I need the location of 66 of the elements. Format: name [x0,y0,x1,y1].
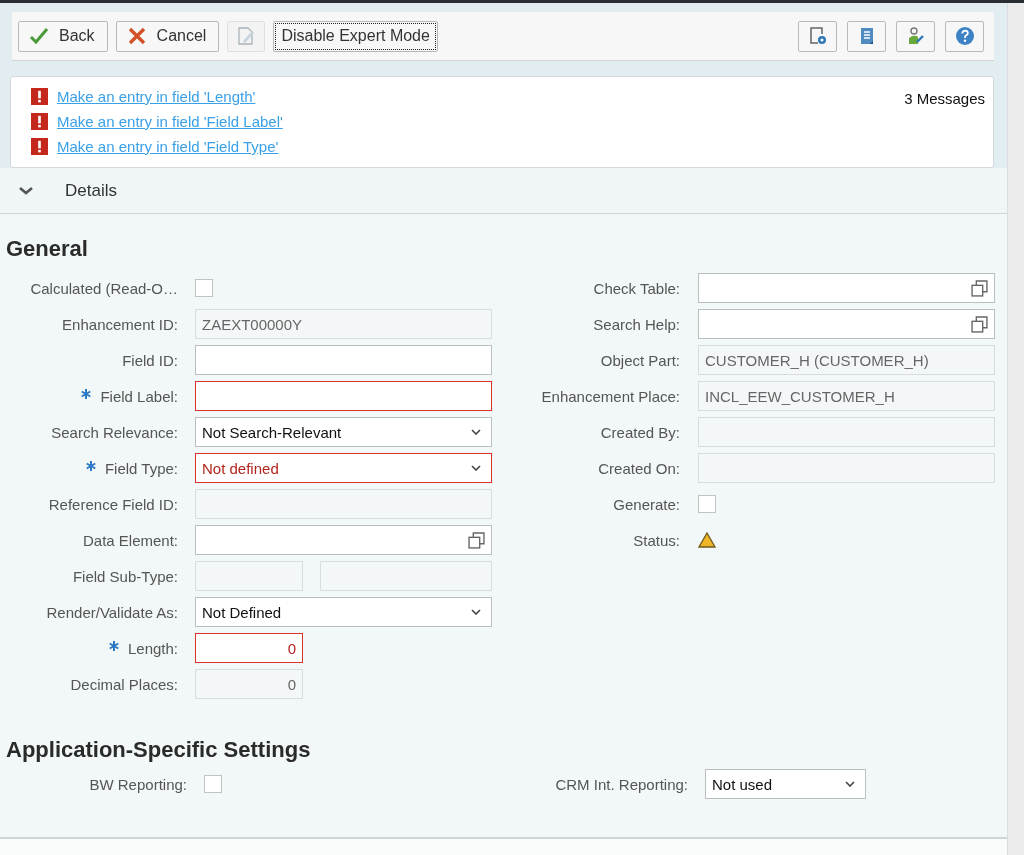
value-help-icon[interactable] [468,531,485,549]
field-label: Calculated (Read-O… [30,279,178,297]
value-help-icon[interactable] [971,279,988,297]
field-label: Field Label: [100,387,178,405]
document-button[interactable] [847,20,886,52]
help-icon [954,26,975,46]
chevron-down-icon [845,781,855,787]
number-field[interactable]: 0 [195,669,303,699]
field-label: Length: [127,639,178,657]
page-gear-icon [807,26,828,46]
text-field[interactable] [195,381,492,411]
text-field[interactable]: CUSTOMER_H (CUSTOMER_H) [698,345,995,375]
field-label: Render/Validate As: [46,603,178,621]
pencil-icon [236,26,257,46]
field-label: Field Sub-Type: [72,567,178,585]
field-label: Search Help: [593,315,680,333]
field-label: Object Part: [600,351,680,369]
chevron-down-icon[interactable] [18,185,34,196]
field-label: Enhancement Place: [541,387,680,405]
cancel-button[interactable]: Cancel [115,20,220,52]
field-label: Search Relevance: [51,423,178,441]
field-label: Created On: [598,459,680,477]
chevron-down-icon [471,465,481,471]
field-label: CRM Int. Reporting: [555,775,688,793]
error-icon [31,138,48,155]
value-help-icon[interactable] [971,315,988,333]
field-label: Enhancement ID: [62,315,178,333]
number-field[interactable]: 0 [195,633,303,663]
expert-mode-button[interactable]: Disable Expert Mode [273,20,438,52]
checkmark-icon [29,26,49,46]
details-title: Details [65,180,117,201]
page-settings-button[interactable] [798,20,837,52]
field-label: Check Table: [593,279,680,297]
field-label: Field ID: [122,351,178,369]
dropdown-field[interactable]: Not defined [195,453,492,483]
dropdown-field[interactable]: Not Defined [195,597,492,627]
section-title: General [6,235,89,262]
error-icon [31,88,48,105]
field-label: Created By: [600,423,680,441]
chevron-down-icon [471,609,481,615]
chevron-down-icon [471,429,481,435]
section-title: Application-Specific Settings [6,736,312,763]
checkbox[interactable] [195,279,213,297]
lookup-field[interactable] [698,309,995,339]
field-label: Status: [633,531,680,549]
close-icon [126,26,147,46]
field-label: Data Element: [82,531,178,549]
field-label: Decimal Places: [70,675,178,693]
field-label: Field Type: [104,459,178,477]
user-tools-button[interactable] [896,20,935,52]
text-field[interactable]: INCL_EEW_CUSTOMER_H [698,381,995,411]
dropdown-field[interactable]: Not Search-Relevant [195,417,492,447]
dropdown-field[interactable]: Not used [705,769,866,799]
help-button[interactable] [945,20,984,52]
lookup-field[interactable] [698,273,995,303]
text-field[interactable] [195,345,492,375]
lookup-field[interactable] [195,525,492,555]
checkbox[interactable] [204,775,222,793]
error-icon [31,113,48,130]
field-label: BW Reporting: [89,775,187,793]
back-button[interactable]: Back [18,20,108,52]
checkbox[interactable] [698,495,716,513]
message-count: 3 Messages [904,89,985,108]
field-label: Generate: [613,495,680,513]
text-field[interactable]: ZAEXT00000Y [195,309,492,339]
field-label: Reference Field ID: [48,495,178,513]
